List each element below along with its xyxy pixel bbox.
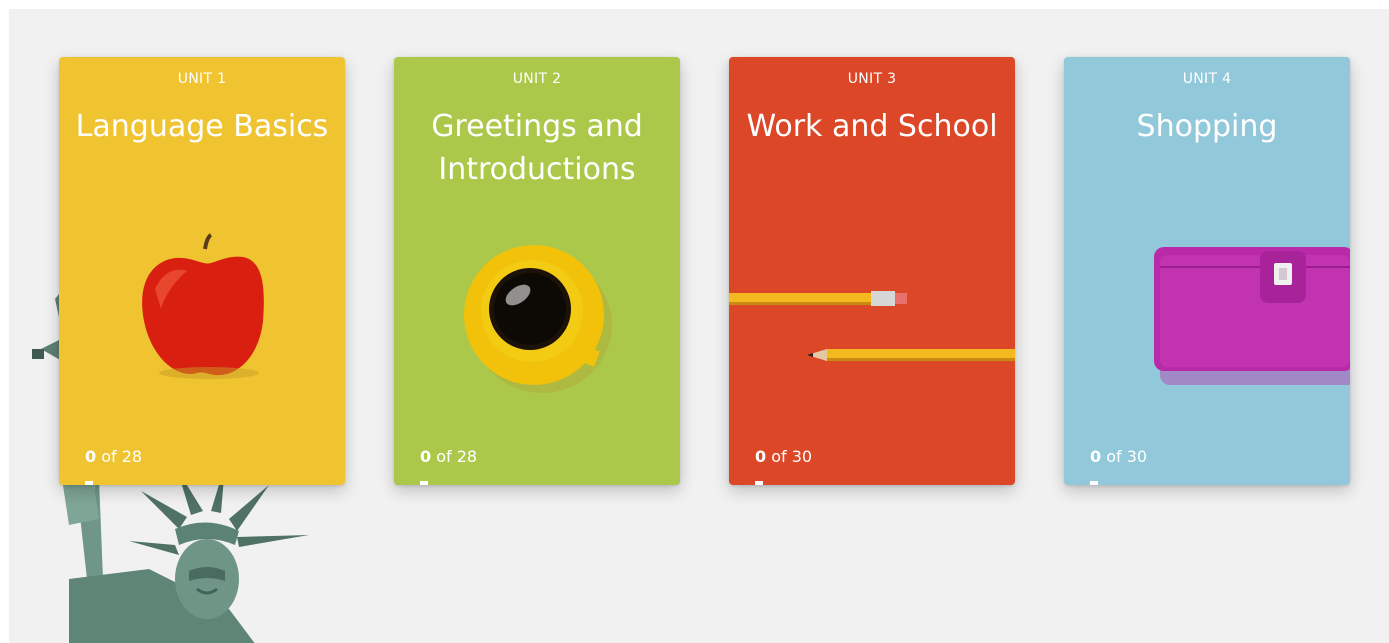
total-lessons: of 30	[771, 447, 813, 466]
progress-bar	[420, 481, 654, 485]
progress-count: 0 of 28	[85, 447, 142, 466]
progress-fill	[420, 481, 428, 485]
completed-count: 0	[85, 447, 97, 466]
unit-label: UNIT 2	[512, 71, 562, 87]
unit-card-3[interactable]: UNIT 3 Work and School 0 of 30	[729, 57, 1015, 485]
progress-fill	[755, 481, 763, 485]
unit-title: Language Basics	[75, 109, 329, 144]
progress-fill	[1090, 481, 1098, 485]
unit-card-1[interactable]: UNIT 1 Language Basics 0 of 28	[59, 57, 345, 485]
completed-count: 0	[1090, 447, 1102, 466]
completed-count: 0	[420, 447, 432, 466]
total-lessons: of 30	[1106, 447, 1148, 466]
progress-count: 0 of 30	[755, 447, 812, 466]
unit-card-2[interactable]: UNIT 2 Greetings and Introductions 0 of …	[394, 57, 680, 485]
unit-title: Greetings and Introductions	[431, 109, 643, 187]
progress-count: 0 of 28	[420, 447, 477, 466]
unit-title: Shopping	[1136, 109, 1278, 144]
unit-title: Work and School	[746, 109, 998, 144]
unit-label: UNIT 3	[847, 71, 897, 87]
unit-label: UNIT 4	[1182, 71, 1232, 87]
progress-bar	[85, 481, 319, 485]
progress-fill	[85, 481, 93, 485]
progress-bar	[755, 481, 989, 485]
unit-label: UNIT 1	[177, 71, 227, 87]
unit-carousel: UNIT 1 Language Basics 0 of 28 UNIT 2 Gr…	[9, 9, 1389, 643]
total-lessons: of 28	[436, 447, 478, 466]
progress-bar	[1090, 481, 1324, 485]
unit-card-4[interactable]: UNIT 4 Shopping 0 of 30	[1064, 57, 1350, 485]
completed-count: 0	[755, 447, 767, 466]
progress-count: 0 of 30	[1090, 447, 1147, 466]
total-lessons: of 28	[101, 447, 143, 466]
